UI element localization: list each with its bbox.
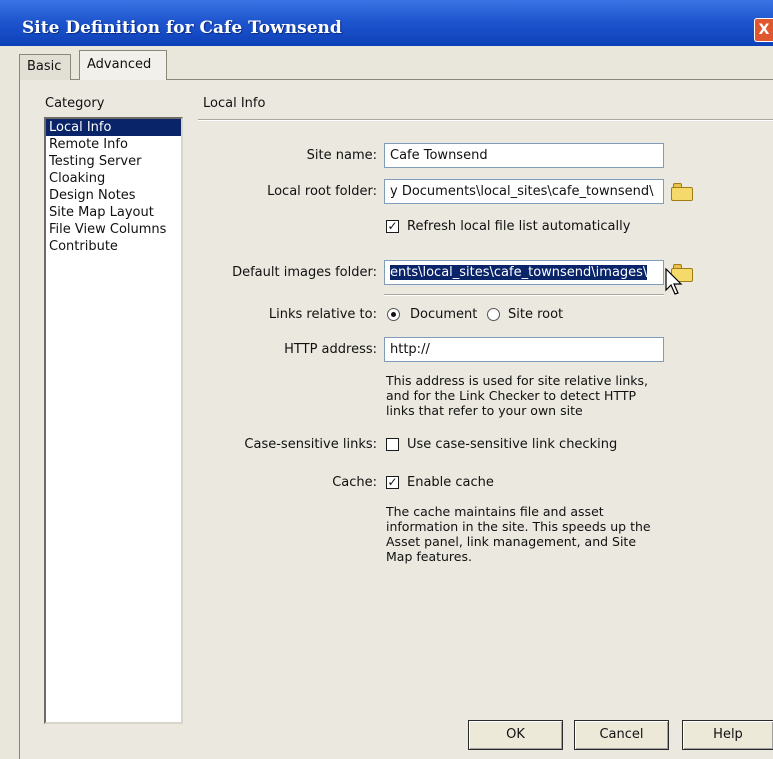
title-bar: Site Definition for Cafe Townsend X — [0, 0, 773, 46]
radio-site-root[interactable] — [487, 308, 500, 321]
cancel-button[interactable]: Cancel — [574, 720, 669, 750]
category-item-file-view-columns[interactable]: File View Columns — [46, 221, 181, 238]
close-icon: X — [758, 22, 770, 38]
local-root-value: y Documents\local_sites\cafe_townsend\ — [390, 184, 654, 199]
ok-button[interactable]: OK — [468, 720, 563, 750]
category-item-testing-server[interactable]: Testing Server — [46, 153, 181, 170]
case-sensitive-checkbox[interactable] — [386, 438, 399, 451]
folder-icon[interactable] — [671, 183, 695, 201]
radio-document-label: Document — [410, 307, 478, 322]
cache-help-line: The cache maintains file and asset — [386, 504, 604, 519]
tab-basic[interactable]: Basic — [19, 54, 71, 80]
http-address-label: HTTP address: — [284, 342, 377, 357]
local-root-label: Local root folder: — [267, 184, 377, 199]
cache-help-line: Map features. — [386, 549, 472, 564]
cache-help-line: Asset panel, link management, and Site — [386, 534, 637, 549]
category-list[interactable]: Local Info Remote Info Testing Server Cl… — [44, 117, 183, 724]
cache-label: Cache: — [332, 475, 377, 490]
images-folder-label: Default images folder: — [232, 265, 377, 280]
http-help-text: This address is used for site relative l… — [386, 373, 671, 418]
site-name-label: Site name: — [306, 148, 377, 163]
window-title: Site Definition for Cafe Townsend — [22, 18, 342, 38]
site-name-input[interactable]: Cafe Townsend — [384, 143, 664, 168]
category-item-site-map-layout[interactable]: Site Map Layout — [46, 204, 181, 221]
category-item-local-info[interactable]: Local Info — [46, 119, 181, 136]
http-address-input[interactable]: http:// — [384, 337, 664, 362]
refresh-label: Refresh local file list automatically — [407, 219, 631, 234]
section-title: Local Info — [203, 96, 266, 111]
http-address-value: http:// — [390, 342, 430, 357]
radio-document[interactable] — [387, 308, 400, 321]
help-button[interactable]: Help — [682, 720, 773, 750]
links-relative-label: Links relative to: — [268, 307, 377, 322]
category-item-contribute[interactable]: Contribute — [46, 238, 181, 255]
cache-option-label: Enable cache — [407, 475, 494, 490]
category-item-remote-info[interactable]: Remote Info — [46, 136, 181, 153]
mouse-cursor-icon — [665, 268, 683, 295]
category-label: Category — [45, 96, 105, 111]
images-folder-value: ents\local_sites\cafe_townsend\images\ — [390, 265, 648, 280]
cache-help-text: The cache maintains file and asset infor… — [386, 504, 671, 564]
cache-help-line: information in the site. This speeds up … — [386, 519, 651, 534]
cache-checkbox[interactable]: ✓ — [386, 476, 399, 489]
site-name-value: Cafe Townsend — [390, 148, 488, 163]
close-button[interactable]: X — [754, 18, 773, 42]
http-help-line: and for the Link Checker to detect HTTP — [386, 388, 636, 403]
images-folder-input[interactable]: ents\local_sites\cafe_townsend\images\ — [384, 260, 664, 285]
category-item-design-notes[interactable]: Design Notes — [46, 187, 181, 204]
case-sensitive-label: Case-sensitive links: — [244, 437, 377, 452]
tab-advanced[interactable]: Advanced — [79, 50, 167, 80]
section-divider — [198, 119, 773, 121]
local-root-input[interactable]: y Documents\local_sites\cafe_townsend\ — [384, 179, 664, 204]
field-divider — [384, 294, 664, 296]
refresh-checkbox[interactable]: ✓ — [386, 220, 399, 233]
http-help-line: This address is used for site relative l… — [386, 373, 649, 388]
category-item-cloaking[interactable]: Cloaking — [46, 170, 181, 187]
radio-site-root-label: Site root — [508, 307, 564, 322]
http-help-line: links that refer to your own site — [386, 403, 583, 418]
case-sensitive-option-label: Use case-sensitive link checking — [407, 437, 618, 452]
